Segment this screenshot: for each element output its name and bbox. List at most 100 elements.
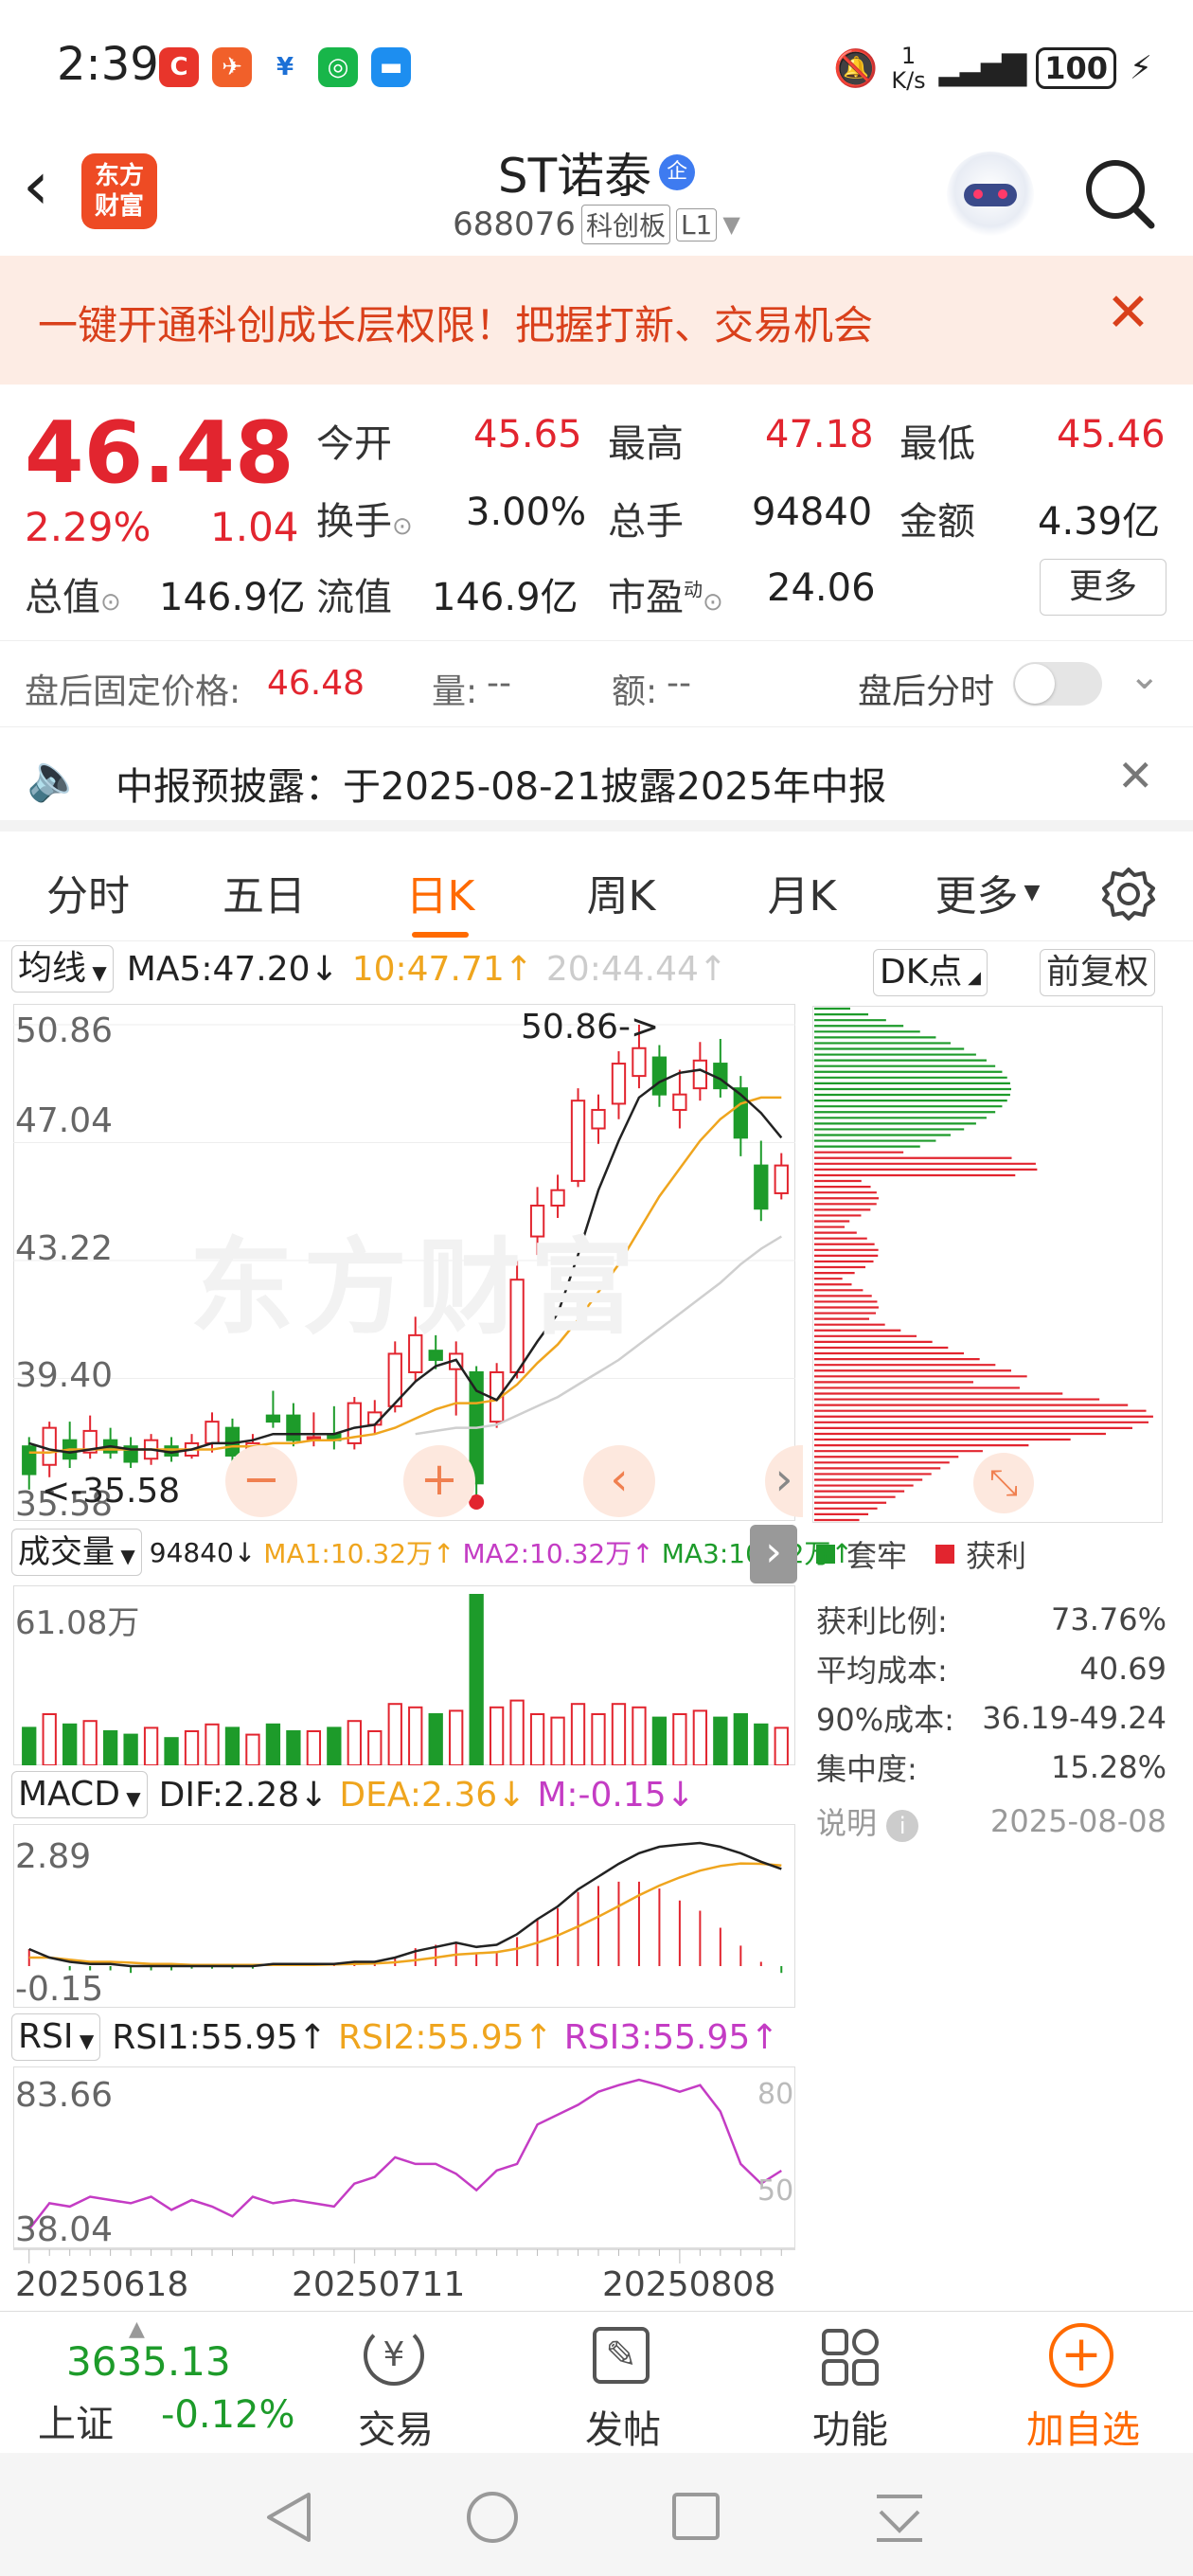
after-price-value: 46.48 — [267, 664, 365, 703]
info-icon[interactable]: ⊙ — [703, 588, 723, 617]
ma-indicator-dropdown[interactable]: 均线 ▼ — [11, 945, 114, 993]
zoom-in-button[interactable]: + — [403, 1445, 475, 1517]
trade-label: 交易 — [358, 2408, 434, 2452]
macd-y-bottom: -0.15 — [15, 1970, 104, 2009]
volume-bar — [245, 1733, 260, 1765]
plus-circle-icon: + — [1049, 2323, 1113, 2388]
vol-value: 94840↓ — [150, 1537, 257, 1568]
zoom-out-button[interactable]: − — [225, 1445, 297, 1517]
amount-label: 金额 — [899, 500, 975, 544]
macd-indicator-label: MACD — [18, 1775, 120, 1814]
trapped-label: 套牢 — [846, 1538, 908, 1574]
rsi-legend: RSI ▼ RSI1:55.95↑ RSI2:55.95↑ RSI3:55.95… — [11, 2013, 778, 2061]
volume-bar — [62, 1723, 78, 1765]
volume-bar — [408, 1706, 423, 1765]
y-label-4: 39.40 — [15, 1356, 114, 1395]
close-notice-icon[interactable]: ✕ — [1117, 750, 1154, 801]
vol-ma3-arrow: ↑ — [830, 1538, 853, 1569]
float-label: 流值 — [316, 576, 392, 619]
min-price-note: <-35.58 — [42, 1472, 181, 1511]
volume-bar — [184, 1730, 200, 1765]
volume-bar — [265, 1723, 281, 1765]
rsi-y-bottom: 38.04 — [15, 2210, 114, 2249]
more-button[interactable]: 更多 — [1040, 559, 1166, 616]
high-label: 最高 — [608, 422, 684, 466]
post-button[interactable]: ✎ 发帖 — [557, 2312, 689, 2454]
rsi2-text: RSI2:55.95 — [337, 2017, 525, 2057]
tab-day-k[interactable]: 日K — [352, 843, 528, 941]
chevron-down-icon[interactable]: ⌄ — [1129, 654, 1161, 698]
dk-point-dropdown[interactable]: DK点 ◢ — [873, 949, 988, 996]
settings-gear-icon[interactable] — [1100, 866, 1157, 922]
quote-panel: 46.48 2.29% 1.04 今开 45.65 最高 47.18 最低 45… — [0, 385, 1193, 640]
adjust-dropdown[interactable]: 前复权 — [1040, 949, 1156, 996]
volume-indicator-dropdown[interactable]: 成交量 ▼ — [11, 1529, 142, 1576]
info-icon[interactable]: ⊙ — [392, 512, 413, 541]
rsi3-text: RSI3:55.95 — [563, 2017, 751, 2057]
volume-bar — [713, 1716, 728, 1765]
trade-button[interactable]: ¥ 交易 — [329, 2312, 462, 2454]
current-price: 46.48 — [25, 403, 294, 503]
index-value[interactable]: 3635.13 — [66, 2338, 231, 2385]
notification-icons: C ✈ ¥ ◎ ▬ — [159, 47, 411, 87]
candle-body — [265, 1414, 281, 1423]
macd-chart[interactable] — [13, 1824, 795, 2008]
index-name[interactable]: 上证 — [38, 2393, 114, 2448]
volume-bar — [224, 1726, 240, 1765]
candle-body — [754, 1164, 769, 1210]
nav-home-icon[interactable] — [464, 2489, 521, 2546]
nav-download-icon[interactable] — [871, 2489, 928, 2546]
tab-month-k[interactable]: 月K — [714, 843, 890, 941]
after-amt-label: 额: — [612, 672, 658, 711]
turnover-value: 3.00% — [466, 491, 587, 534]
expand-panel-button[interactable]: › — [750, 1525, 797, 1583]
candle-body — [651, 1056, 668, 1096]
index-change[interactable]: -0.12% — [161, 2393, 295, 2437]
tab-five-day[interactable]: 五日 — [176, 843, 352, 941]
timeshare-toggle[interactable] — [1013, 662, 1102, 706]
notice-bar[interactable]: 🔈 中报预披露：于2025-08-21披露2025年中报 ✕ — [0, 727, 1193, 832]
expand-icon[interactable]: ⤡ — [973, 1453, 1034, 1513]
volume-bar — [489, 1706, 505, 1765]
volume-bar — [22, 1726, 37, 1765]
stock-header: ‹ 东方 财富 ST诺泰 企 688076 科创板 L1 ▼ — [0, 133, 1193, 256]
status-time: 2:39 — [57, 38, 159, 91]
add-watchlist-button[interactable]: + 加自选 — [1007, 2312, 1159, 2454]
mute-bell-icon: 🔕 — [833, 46, 879, 89]
chip-note-row[interactable]: 说明 i 2025-08-08 — [816, 1792, 1166, 1851]
pe-label-text: 市盈 — [608, 576, 684, 619]
tab-week-k[interactable]: 周K — [528, 843, 714, 941]
macd-dif-arrow: ↓ — [299, 1775, 329, 1815]
macd-dea-arrow: ↓ — [497, 1775, 526, 1815]
chip-stat-value: 73.76% — [1050, 1601, 1166, 1637]
chip-stat-label: 获利比例: — [816, 1603, 948, 1639]
volume-bar — [306, 1730, 322, 1765]
rsi-chart[interactable] — [13, 2066, 795, 2248]
info-icon[interactable]: ⊙ — [100, 588, 121, 617]
search-icon[interactable] — [1081, 155, 1157, 231]
open-label: 今开 — [316, 422, 392, 466]
tab-timeshare[interactable]: 分时 — [0, 843, 176, 941]
period-tabs: 分时 五日 日K 周K 月K 更多 ▼ — [0, 843, 1193, 941]
nav-recents-icon[interactable] — [670, 2491, 723, 2544]
rsi-indicator-dropdown[interactable]: RSI ▼ — [11, 2013, 101, 2061]
system-navbar — [0, 2453, 1193, 2576]
banner-text: 一键开通科创成长层权限！把握打新、交易机会 — [38, 302, 874, 349]
candle-body — [591, 1108, 606, 1130]
promo-banner[interactable]: 一键开通科创成长层权限！把握打新、交易机会 ✕ — [0, 256, 1193, 385]
x-date-2: 20250711 — [292, 2265, 466, 2304]
grid-icon — [822, 2329, 879, 2386]
close-banner-icon[interactable]: ✕ — [1106, 282, 1150, 344]
robot-assistant-icon[interactable] — [947, 152, 1034, 239]
app-paper-plane-icon: ✈ — [212, 47, 252, 87]
open-value: 45.65 — [473, 413, 582, 456]
tab-more[interactable]: 更多 ▼ — [899, 843, 1076, 941]
volume-bar — [449, 1709, 464, 1765]
scroll-left-button[interactable]: ‹ — [583, 1445, 655, 1517]
volume-bar — [123, 1733, 138, 1765]
nav-back-icon[interactable] — [261, 2489, 318, 2546]
info-circle-icon: i — [886, 1810, 919, 1842]
function-button[interactable]: 功能 — [784, 2312, 917, 2454]
macd-indicator-dropdown[interactable]: MACD ▼ — [11, 1771, 148, 1818]
chip-distribution-chart[interactable] — [812, 1006, 1163, 1523]
